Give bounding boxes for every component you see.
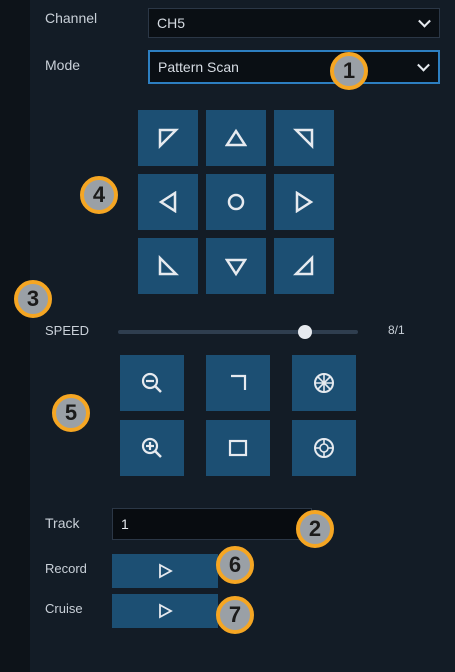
ptz-left-button[interactable] <box>138 174 198 230</box>
cruise-label: Cruise <box>45 601 83 616</box>
callout-badge-7: 7 <box>216 596 254 634</box>
ptz-up-right-button[interactable] <box>274 110 334 166</box>
ptz-down-left-button[interactable] <box>138 238 198 294</box>
iris-close-icon <box>314 438 334 458</box>
arrow-down-icon <box>225 258 247 277</box>
arrow-down-right-icon <box>293 255 314 276</box>
center-circle-icon <box>227 193 245 211</box>
ptz-right-button[interactable] <box>274 174 334 230</box>
track-input[interactable]: 1 <box>112 508 312 540</box>
zoom-out-button[interactable] <box>120 355 184 411</box>
ptz-down-button[interactable] <box>206 238 266 294</box>
zoom-in-icon <box>141 437 162 458</box>
focus-far-button[interactable] <box>206 420 270 476</box>
iris-open-icon <box>314 373 334 393</box>
callout-badge-6: 6 <box>216 546 254 584</box>
track-label: Track <box>45 515 80 531</box>
ptz-center-button[interactable] <box>206 174 266 230</box>
arrow-right-icon <box>295 191 314 213</box>
cruise-play-button[interactable] <box>112 594 218 628</box>
arrow-up-icon <box>225 128 247 147</box>
callout-badge-5: 5 <box>52 394 90 432</box>
focus-near-icon <box>231 374 247 390</box>
track-value: 1 <box>121 516 129 532</box>
zoom-in-button[interactable] <box>120 420 184 476</box>
callout-badge-2: 2 <box>296 510 334 548</box>
channel-label: Channel <box>45 10 98 26</box>
play-icon <box>159 603 173 619</box>
focus-far-icon <box>228 439 248 457</box>
callout-badge-3: 3 <box>14 280 52 318</box>
iris-open-button[interactable] <box>292 355 356 411</box>
arrow-left-icon <box>158 191 177 213</box>
record-play-button[interactable] <box>112 554 218 588</box>
callout-badge-4: 4 <box>80 176 118 214</box>
zoom-out-icon <box>141 372 162 393</box>
speed-label: SPEED <box>45 323 90 338</box>
mode-select[interactable]: Pattern Scan <box>148 50 440 84</box>
ptz-down-right-button[interactable] <box>274 238 334 294</box>
play-icon <box>159 563 173 579</box>
record-label: Record <box>45 561 87 576</box>
ptz-up-left-button[interactable] <box>138 110 198 166</box>
mode-value: Pattern Scan <box>158 59 239 75</box>
chevron-down-icon <box>417 58 430 72</box>
callout-badge-1: 1 <box>330 52 368 90</box>
focus-near-button[interactable] <box>206 355 270 411</box>
mode-label: Mode <box>45 57 81 73</box>
iris-close-button[interactable] <box>292 420 356 476</box>
channel-select[interactable]: CH5 <box>148 8 440 38</box>
speed-slider[interactable] <box>118 325 358 339</box>
arrow-down-left-icon <box>158 255 179 276</box>
arrow-up-left-icon <box>158 128 179 149</box>
speed-value: 8/1 <box>388 323 405 337</box>
arrow-up-right-icon <box>293 128 314 149</box>
ptz-up-button[interactable] <box>206 110 266 166</box>
channel-value: CH5 <box>157 15 186 31</box>
chevron-down-icon <box>418 14 431 28</box>
